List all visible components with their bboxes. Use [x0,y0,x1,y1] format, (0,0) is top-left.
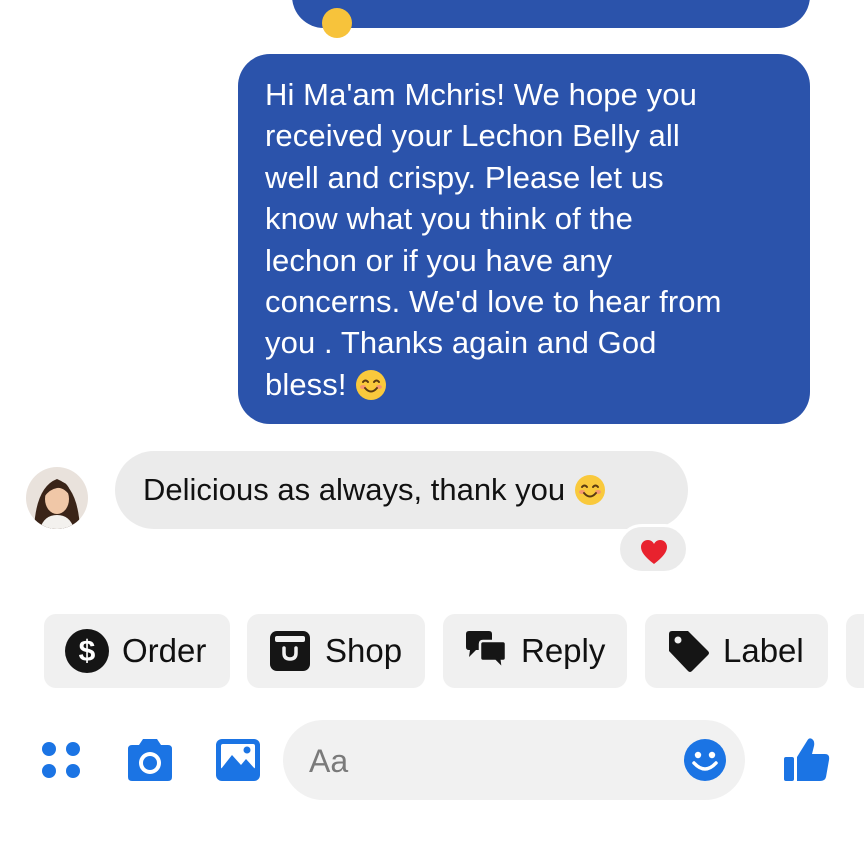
outgoing-message-bubble[interactable]: Hi Ma'am Mchris! We hope you received yo… [238,54,810,424]
apps-icon[interactable] [38,736,86,784]
quick-reply-order-label: Order [122,632,207,669]
message-reaction[interactable] [617,524,689,574]
heart-icon [641,540,667,564]
like-icon[interactable] [782,735,832,785]
quick-reply-label[interactable]: Label [645,614,828,688]
dollar-icon: $ [65,629,109,673]
incoming-message-body: Delicious as always, thank you [143,472,566,507]
quick-reply-more[interactable] [846,614,864,688]
incoming-message-text: Delicious as always, thank you [143,472,606,508]
tag-icon [669,631,709,672]
reply-icon [466,631,508,673]
outgoing-message-body: Hi Ma'am Mchris! We hope you received yo… [265,77,722,402]
camera-icon[interactable] [124,737,176,783]
incoming-message-bubble[interactable]: Delicious as always, thank you [115,451,688,529]
quick-reply-order[interactable]: $ Order [44,614,230,688]
message-composer[interactable] [283,720,745,802]
outgoing-message-text: Hi Ma'am Mchris! We hope you received yo… [265,74,785,405]
smiling-emoji-icon [322,8,352,38]
message-input[interactable] [307,720,671,802]
avatar[interactable] [26,467,88,529]
svg-text:$: $ [79,635,96,668]
smiling-emoji-icon [574,475,605,505]
quick-reply-shop[interactable]: Shop [247,614,425,688]
avatar-image [26,467,88,529]
emoji-icon[interactable] [683,738,727,782]
quick-reply-label-label: Label [723,632,804,669]
shop-icon [270,631,310,671]
quick-reply-reply[interactable]: Reply [443,614,627,688]
smiling-emoji-icon [356,369,387,400]
image-icon[interactable] [214,737,262,783]
quick-reply-reply-label: Reply [521,632,606,669]
previous-message-bubble[interactable] [292,0,810,38]
quick-reply-shop-label: Shop [325,632,403,669]
